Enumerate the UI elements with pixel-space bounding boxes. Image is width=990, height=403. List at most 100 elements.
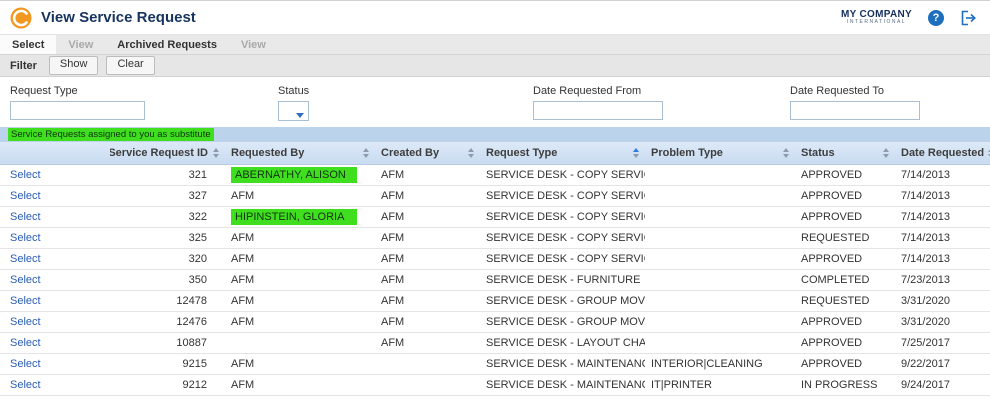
sort-icon[interactable]: [783, 148, 789, 158]
date-requested-from-input[interactable]: [533, 101, 663, 120]
date-requested-cell: 7/23/2013: [895, 269, 990, 290]
select-link[interactable]: Select: [10, 295, 41, 307]
status-select[interactable]: [278, 101, 309, 121]
request-type-cell: SERVICE DESK - COPY SERVICE: [480, 206, 645, 227]
requested-by-cell: AFM: [225, 311, 375, 332]
table-row: Select 350 AFM AFM SERVICE DESK - FURNIT…: [0, 269, 990, 290]
request-type-cell: SERVICE DESK - GROUP MOVE: [480, 290, 645, 311]
select-cell: Select: [0, 332, 110, 353]
tab-archived-requests[interactable]: Archived Requests: [105, 35, 229, 54]
column-header-problem-type[interactable]: Problem Type: [645, 142, 795, 164]
service-request-id-cell: 10887: [110, 332, 225, 353]
service-request-id-cell: 327: [110, 185, 225, 206]
created-by-cell: AFM: [375, 164, 480, 185]
select-link[interactable]: Select: [10, 379, 41, 391]
select-cell: Select: [0, 227, 110, 248]
request-type-cell: SERVICE DESK - COPY SERVICE: [480, 185, 645, 206]
table-row: Select 320 AFM AFM SERVICE DESK - COPY S…: [0, 248, 990, 269]
request-type-label: Request Type: [10, 85, 145, 97]
table-row: Select 325 AFM AFM SERVICE DESK - COPY S…: [0, 227, 990, 248]
requested-by-cell: ABERNATHY, ALISON: [225, 164, 375, 185]
date-requested-cell: 7/14/2013: [895, 248, 990, 269]
select-link[interactable]: Select: [10, 211, 41, 223]
app-logo-icon: [10, 7, 32, 29]
company-logo-subtitle: INTERNATIONAL: [841, 20, 912, 26]
problem-type-cell: [645, 164, 795, 185]
table-body: Select 321 ABERNATHY, ALISON AFM SERVICE…: [0, 164, 990, 395]
sort-icon[interactable]: [633, 148, 639, 158]
status-cell: IN PROGRESS: [795, 374, 895, 395]
service-request-id-cell: 321: [110, 164, 225, 185]
request-type-cell: SERVICE DESK - COPY SERVICE: [480, 164, 645, 185]
date-requested-cell: 3/31/2020: [895, 311, 990, 332]
request-type-cell: SERVICE DESK - LAYOUT CHANGE: [480, 332, 645, 353]
show-button[interactable]: Show: [49, 56, 99, 74]
column-header-request-type[interactable]: Request Type: [480, 142, 645, 164]
problem-type-cell: [645, 185, 795, 206]
problem-type-cell: [645, 290, 795, 311]
select-link[interactable]: Select: [10, 316, 41, 328]
sort-icon[interactable]: [468, 148, 474, 158]
problem-type-cell: [645, 269, 795, 290]
problem-type-cell: INTERIOR|CLEANING: [645, 353, 795, 374]
sign-out-icon[interactable]: [960, 10, 978, 26]
column-header-select: [0, 142, 110, 164]
date-requested-to-field-group: Date Requested To: [790, 85, 920, 120]
service-request-id-cell: 322: [110, 206, 225, 227]
service-request-id-cell: 9215: [110, 353, 225, 374]
status-cell: APPROVED: [795, 332, 895, 353]
service-request-id-cell: 325: [110, 227, 225, 248]
date-requested-cell: 7/14/2013: [895, 185, 990, 206]
requested-by-cell: AFM: [225, 374, 375, 395]
select-cell: Select: [0, 353, 110, 374]
status-cell: APPROVED: [795, 206, 895, 227]
filter-panel: Request Type Status Date Requested From …: [0, 77, 990, 127]
table-row: Select 321 ABERNATHY, ALISON AFM SERVICE…: [0, 164, 990, 185]
date-requested-to-input[interactable]: [790, 101, 920, 120]
service-request-id-cell: 12478: [110, 290, 225, 311]
select-link[interactable]: Select: [10, 358, 41, 370]
request-type-cell: SERVICE DESK - MAINTENANCE: [480, 353, 645, 374]
sort-icon[interactable]: [213, 148, 219, 158]
select-link[interactable]: Select: [10, 274, 41, 286]
status-cell: COMPLETED: [795, 269, 895, 290]
created-by-cell: AFM: [375, 185, 480, 206]
select-link[interactable]: Select: [10, 190, 41, 202]
requested-by-cell: AFM: [225, 185, 375, 206]
select-link[interactable]: Select: [10, 337, 41, 349]
created-by-cell: AFM: [375, 248, 480, 269]
date-requested-cell: 7/14/2013: [895, 227, 990, 248]
table-header-row: Service Request ID Requested By Created …: [0, 142, 990, 164]
substitute-notice: Service Requests assigned to you as subs…: [8, 128, 214, 141]
table-row: Select 9212 AFM SERVICE DESK - MAINTENAN…: [0, 374, 990, 395]
created-by-cell: AFM: [375, 311, 480, 332]
clear-button[interactable]: Clear: [106, 56, 154, 74]
sort-icon[interactable]: [883, 148, 889, 158]
status-cell: APPROVED: [795, 353, 895, 374]
view-service-request-page: View Service Request MY COMPANY INTERNAT…: [0, 0, 990, 403]
help-icon[interactable]: ?: [928, 10, 944, 26]
date-requested-cell: 7/25/2017: [895, 332, 990, 353]
created-by-cell: AFM: [375, 227, 480, 248]
request-type-cell: SERVICE DESK - COPY SERVICE: [480, 227, 645, 248]
service-request-table: Service Request ID Requested By Created …: [0, 142, 990, 403]
select-cell: Select: [0, 206, 110, 227]
request-type-cell: SERVICE DESK - GROUP MOVE: [480, 311, 645, 332]
table-row: Select 327 AFM AFM SERVICE DESK - COPY S…: [0, 185, 990, 206]
tab-select[interactable]: Select: [0, 35, 56, 54]
column-header-created-by[interactable]: Created By: [375, 142, 480, 164]
select-link[interactable]: Select: [10, 253, 41, 265]
column-header-date-requested[interactable]: Date Requested: [895, 142, 990, 164]
request-type-cell: SERVICE DESK - MAINTENANCE: [480, 374, 645, 395]
problem-type-cell: [645, 332, 795, 353]
column-header-status[interactable]: Status: [795, 142, 895, 164]
notice-band: Service Requests assigned to you as subs…: [0, 127, 990, 142]
select-link[interactable]: Select: [10, 169, 41, 181]
status-cell: REQUESTED: [795, 290, 895, 311]
select-link[interactable]: Select: [10, 232, 41, 244]
select-cell: Select: [0, 311, 110, 332]
request-type-input[interactable]: [10, 101, 145, 120]
sort-icon[interactable]: [363, 148, 369, 158]
column-header-requested-by[interactable]: Requested By: [225, 142, 375, 164]
column-header-service-request-id[interactable]: Service Request ID: [110, 142, 225, 164]
